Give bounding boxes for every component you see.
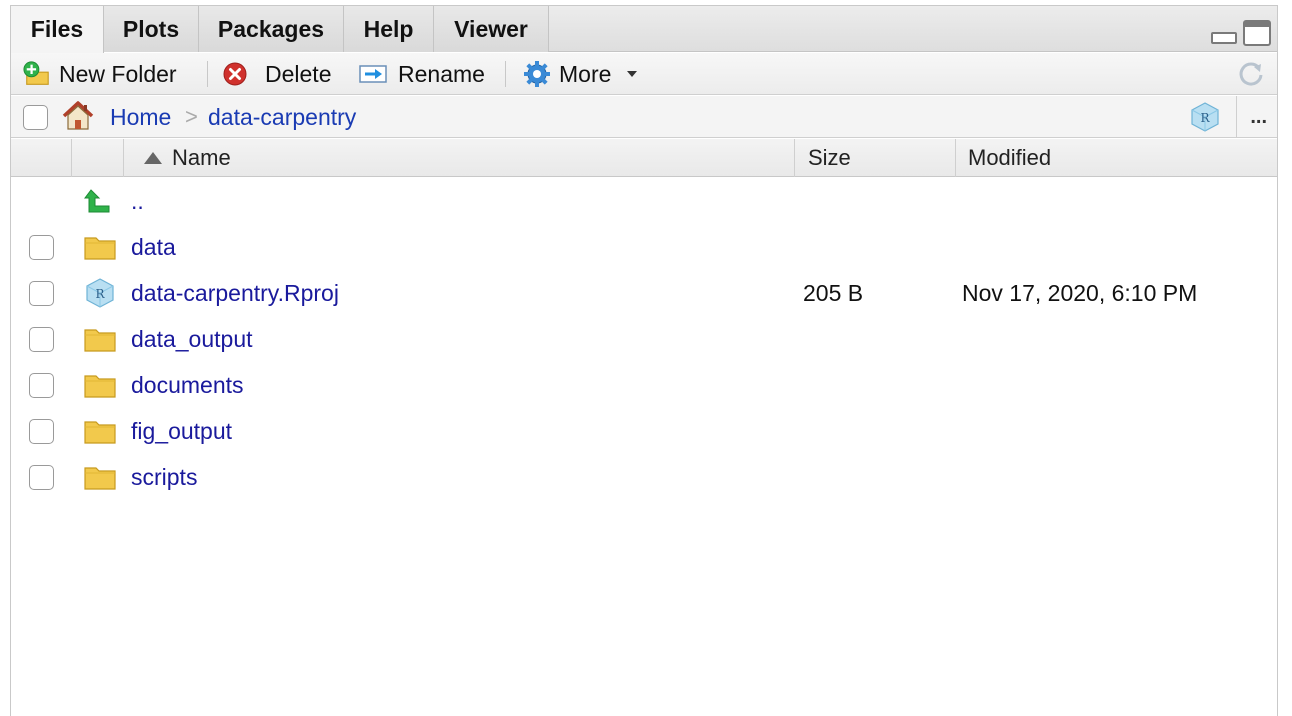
file-name[interactable]: data [131,224,176,270]
type-column-header [72,139,124,177]
new-folder-icon [23,60,51,88]
toolbar-divider [207,61,208,87]
go-to-directory-button[interactable]: ... [1250,96,1267,138]
files-pane: Files Plots Packages Help Viewer New Fol… [10,5,1278,716]
list-item[interactable]: data_output [11,316,1277,362]
svg-text:R: R [95,287,105,301]
rename-icon [358,60,390,88]
rename-label: Rename [398,60,485,87]
list-item[interactable]: data [11,224,1277,270]
tab-files[interactable]: Files [11,6,104,53]
more-label: More [559,60,612,87]
delete-icon [221,60,249,88]
file-modified: Nov 17, 2020, 6:10 PM [962,279,1198,306]
folder-icon [83,416,117,446]
breadcrumb-home[interactable]: Home [110,96,171,138]
file-size: 205 B [803,279,864,306]
file-name[interactable]: data_output [131,316,253,362]
window-controls [1209,20,1271,46]
breadcrumb: Home > data-carpentry R ... [11,96,1277,138]
svg-text:R: R [1200,111,1210,125]
list-item[interactable]: fig_output [11,408,1277,454]
file-name[interactable]: data-carpentry.Rproj [131,270,339,316]
folder-icon [83,232,117,262]
size-column-label: Size [808,145,851,170]
size-column-header[interactable]: Size [795,139,956,177]
tab-help[interactable]: Help [344,6,434,52]
minimize-pane-icon[interactable] [1209,20,1237,46]
modified-column-label: Modified [968,145,1052,170]
modified-column-header[interactable]: Modified [956,139,1279,177]
file-list-header: Name Size Modified [11,139,1277,177]
row-checkbox[interactable] [29,465,54,490]
tab-packages[interactable]: Packages [199,6,344,52]
file-name[interactable]: fig_output [131,408,232,454]
folder-icon [83,370,117,400]
delete-label: Delete [265,60,332,87]
list-item[interactable]: .. [11,178,1277,224]
row-checkbox[interactable] [29,419,54,444]
new-folder-button[interactable]: New Folder [23,53,177,95]
rproject-file-icon: R [83,278,117,308]
file-name[interactable]: documents [131,362,244,408]
gear-icon [523,60,551,88]
breadcrumb-current[interactable]: data-carpentry [208,96,356,138]
breadcrumb-separator: > [185,104,198,129]
new-folder-label: New Folder [59,60,177,87]
tab-viewer[interactable]: Viewer [434,6,549,52]
row-checkbox[interactable] [29,327,54,352]
more-menu-button[interactable]: More [523,53,638,95]
chevron-down-icon [627,71,638,77]
home-icon[interactable] [61,100,95,132]
list-item[interactable]: documents [11,362,1277,408]
folder-icon [83,462,117,492]
select-all-checkbox[interactable] [23,105,48,130]
row-checkbox[interactable] [29,235,54,260]
checkbox-column-header [11,139,72,177]
toolbar-divider [505,61,506,87]
delete-button[interactable]: Delete [221,53,331,95]
rename-button[interactable]: Rename [358,53,485,95]
list-item[interactable]: R data-carpentry.Rproj 205 B Nov 17, 202… [11,270,1277,316]
list-item[interactable]: scripts [11,454,1277,500]
refresh-icon[interactable] [1235,58,1267,90]
row-checkbox[interactable] [29,281,54,306]
files-toolbar: New Folder Delete Rename More [11,53,1277,95]
file-name[interactable]: scripts [131,454,197,500]
tab-bar: Files Plots Packages Help Viewer [11,6,1277,53]
rproject-icon[interactable]: R [1189,101,1221,133]
file-name[interactable]: .. [131,178,144,224]
name-column-label: Name [172,145,231,170]
folder-icon [83,324,117,354]
pathbar-divider [1236,96,1237,138]
row-checkbox[interactable] [29,373,54,398]
sort-ascending-icon [144,152,162,164]
name-column-header[interactable]: Name [124,139,795,177]
parent-folder-icon [83,186,117,216]
maximize-pane-icon[interactable] [1243,20,1271,46]
tab-plots[interactable]: Plots [104,6,199,52]
